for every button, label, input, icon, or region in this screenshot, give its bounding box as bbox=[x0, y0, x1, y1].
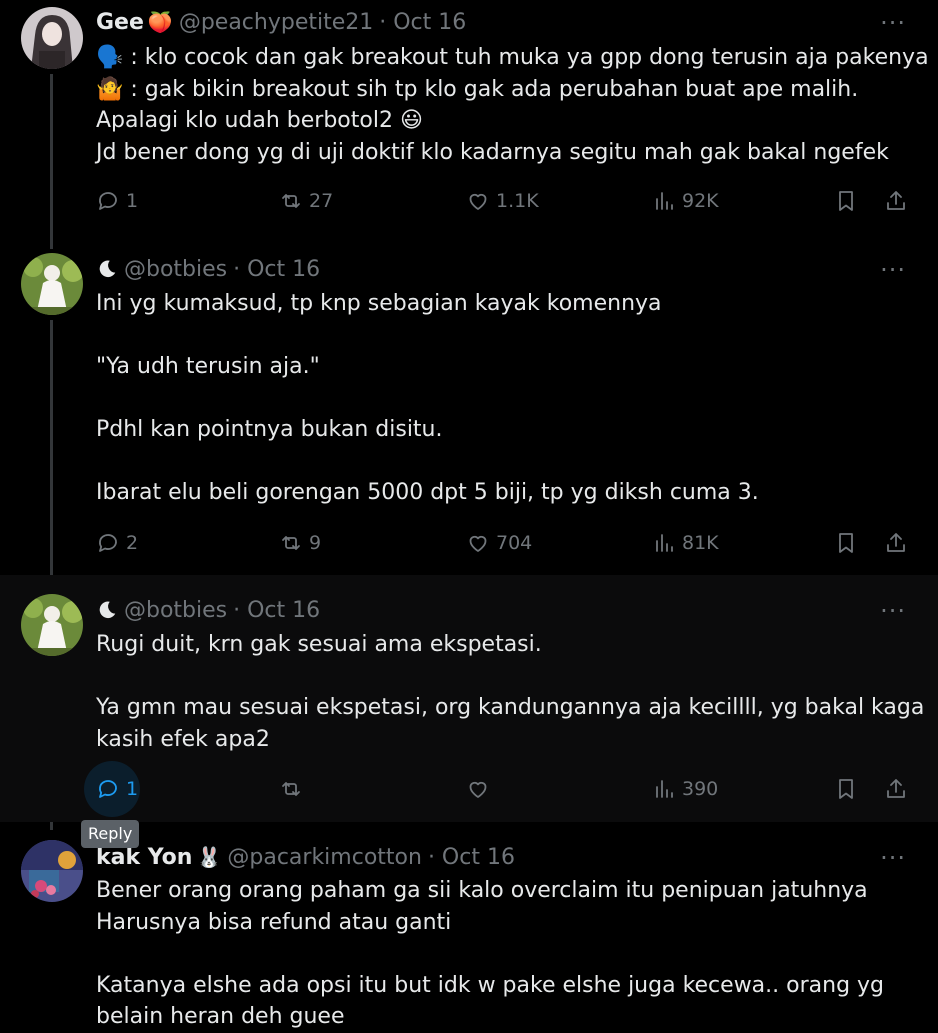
tweet-line: 🤷 : gak bikin breakout sih tp klo gak ad… bbox=[96, 76, 859, 102]
like-button[interactable] bbox=[466, 774, 496, 804]
reply-tooltip: Reply bbox=[81, 820, 140, 848]
like-count: 1.1K bbox=[496, 190, 539, 212]
more-options-button[interactable]: ··· bbox=[880, 599, 906, 623]
bookmark-button[interactable] bbox=[834, 774, 864, 804]
heart-icon bbox=[469, 535, 487, 552]
handle[interactable]: @pacarkimcotton bbox=[227, 845, 422, 870]
tweet[interactable]: Gee 🍑 @peachypetite21 · Oct 16 ··· 🗣️ : … bbox=[0, 0, 938, 235]
tweet-text: Rugi duit, krn gak sesuai ama ekspetasi.… bbox=[96, 629, 925, 755]
reply-button[interactable]: 1 bbox=[96, 186, 138, 216]
share-button[interactable] bbox=[884, 186, 914, 216]
reply-button[interactable]: 2 bbox=[96, 528, 138, 558]
tweet-line: Apalagi klo udah berbotol2 😃 bbox=[96, 108, 423, 133]
tweet-line: Jd bener dong yg di uji doktif klo kadar… bbox=[96, 139, 889, 165]
retweet-icon bbox=[282, 194, 300, 208]
tweet[interactable]: @botbies · Oct 16 ··· Rugi duit, krn gak… bbox=[0, 575, 938, 822]
timestamp[interactable]: · Oct 16 bbox=[428, 845, 515, 870]
crescent-moon-icon bbox=[99, 601, 116, 619]
share-icon bbox=[887, 779, 905, 798]
analytics-icon bbox=[656, 780, 673, 798]
tweet-line: 🗣️ : klo cocok dan gak breakout tuh muka… bbox=[96, 45, 929, 70]
avatar[interactable] bbox=[21, 253, 83, 315]
avatar[interactable] bbox=[21, 840, 83, 902]
retweet-icon bbox=[282, 782, 300, 796]
tweet-line: Harusnya bisa refund atau ganti bbox=[96, 909, 452, 935]
share-icon bbox=[887, 191, 905, 210]
tweet-header: @botbies · Oct 16 bbox=[96, 255, 320, 283]
views-button[interactable]: 390 bbox=[652, 774, 718, 804]
avatar[interactable] bbox=[21, 594, 83, 656]
tweet-text: Ini yg kumaksud, tp knp sebagian kayak k… bbox=[96, 288, 916, 509]
tweet-line: "Ya udh terusin aja." bbox=[96, 354, 320, 379]
handle[interactable]: @peachypetite21 bbox=[179, 10, 373, 35]
more-options-button[interactable]: ··· bbox=[880, 846, 906, 870]
tweet-line: Ibarat elu beli gorengan 5000 dpt 5 biji… bbox=[96, 480, 759, 505]
display-name[interactable]: Gee bbox=[96, 10, 144, 35]
like-button[interactable]: 704 bbox=[466, 528, 532, 558]
more-options-button[interactable]: ··· bbox=[880, 11, 906, 35]
tweet-header: Gee 🍑 @peachypetite21 · Oct 16 bbox=[96, 8, 466, 36]
timestamp[interactable]: · Oct 16 bbox=[233, 257, 320, 282]
reply-icon bbox=[99, 192, 117, 210]
retweet-button[interactable] bbox=[279, 774, 309, 804]
tweet-line: belain heran deh guee bbox=[96, 1004, 345, 1029]
heart-icon bbox=[469, 193, 487, 210]
bookmark-icon bbox=[839, 779, 853, 799]
bookmark-icon bbox=[839, 533, 853, 553]
action-bar: 1 27 1.1K 92K bbox=[96, 186, 916, 216]
crescent-moon-icon bbox=[99, 260, 116, 278]
tweet-line: Rugi duit, krn gak sesuai ama ekspetasi. bbox=[96, 632, 542, 657]
timestamp[interactable]: · Oct 16 bbox=[379, 10, 466, 35]
tweet-line: Pdhl kan pointnya bukan disitu. bbox=[96, 417, 443, 442]
reply-count: 1 bbox=[126, 778, 139, 800]
views-button[interactable]: 81K bbox=[652, 528, 719, 558]
bookmark-button[interactable] bbox=[834, 186, 864, 216]
reply-count: 1 bbox=[126, 190, 139, 212]
peach-emoji: 🍑 bbox=[147, 10, 173, 34]
tweet-line: Ini yg kumaksud, tp knp sebagian kayak k… bbox=[96, 291, 662, 316]
action-bar: 2 9 704 81K bbox=[96, 528, 916, 558]
tweet-text: 🗣️ : klo cocok dan gak breakout tuh muka… bbox=[96, 42, 929, 168]
views-button[interactable]: 92K bbox=[652, 186, 719, 216]
reply-button[interactable]: 1 bbox=[84, 761, 140, 817]
like-button[interactable]: 1.1K bbox=[466, 186, 539, 216]
view-count: 92K bbox=[682, 190, 719, 212]
view-count: 81K bbox=[682, 532, 719, 554]
tweet-line: kasih efek apa2 bbox=[96, 726, 270, 752]
tweet[interactable]: kak Yon 🐰 @pacarkimcotton · Oct 16 ··· B… bbox=[0, 822, 938, 1029]
share-button[interactable] bbox=[884, 528, 914, 558]
like-count: 704 bbox=[496, 532, 533, 554]
more-options-button[interactable]: ··· bbox=[880, 258, 906, 282]
reply-icon bbox=[99, 534, 117, 552]
tweet-header: kak Yon 🐰 @pacarkimcotton · Oct 16 bbox=[96, 843, 515, 871]
retweet-icon bbox=[282, 536, 300, 550]
timestamp[interactable]: · Oct 16 bbox=[233, 598, 320, 623]
retweet-count: 9 bbox=[309, 532, 322, 554]
rabbit-emoji: 🐰 bbox=[196, 845, 222, 869]
view-count: 390 bbox=[682, 778, 719, 800]
bookmark-button[interactable] bbox=[834, 528, 864, 558]
handle[interactable]: @botbies bbox=[124, 598, 227, 623]
heart-icon bbox=[469, 781, 487, 798]
share-button[interactable] bbox=[884, 774, 914, 804]
bookmark-icon bbox=[839, 191, 853, 211]
retweet-button[interactable]: 9 bbox=[279, 528, 321, 558]
analytics-icon bbox=[656, 192, 673, 210]
tweet-header: @botbies · Oct 16 bbox=[96, 596, 320, 624]
tweet-line: Ya gmn mau sesuai ekspetasi, org kandung… bbox=[96, 695, 925, 720]
retweet-button[interactable]: 27 bbox=[279, 186, 333, 216]
handle[interactable]: @botbies bbox=[124, 257, 227, 282]
avatar[interactable] bbox=[21, 7, 83, 69]
analytics-icon bbox=[656, 534, 673, 552]
tweet-line: Bener orang orang paham ga sii kalo over… bbox=[96, 878, 868, 903]
tweet-text: Bener orang orang paham ga sii kalo over… bbox=[96, 875, 916, 1033]
display-name[interactable]: kak Yon bbox=[96, 845, 192, 870]
tweet[interactable]: @botbies · Oct 16 ··· Ini yg kumaksud, t… bbox=[0, 235, 938, 575]
retweet-count: 27 bbox=[309, 190, 334, 212]
share-icon bbox=[887, 533, 905, 552]
reply-count: 2 bbox=[126, 532, 139, 554]
action-bar: 1 390 bbox=[84, 761, 916, 817]
tweet-line: Katanya elshe ada opsi itu but idk w pak… bbox=[96, 972, 885, 998]
reply-icon bbox=[99, 780, 117, 798]
